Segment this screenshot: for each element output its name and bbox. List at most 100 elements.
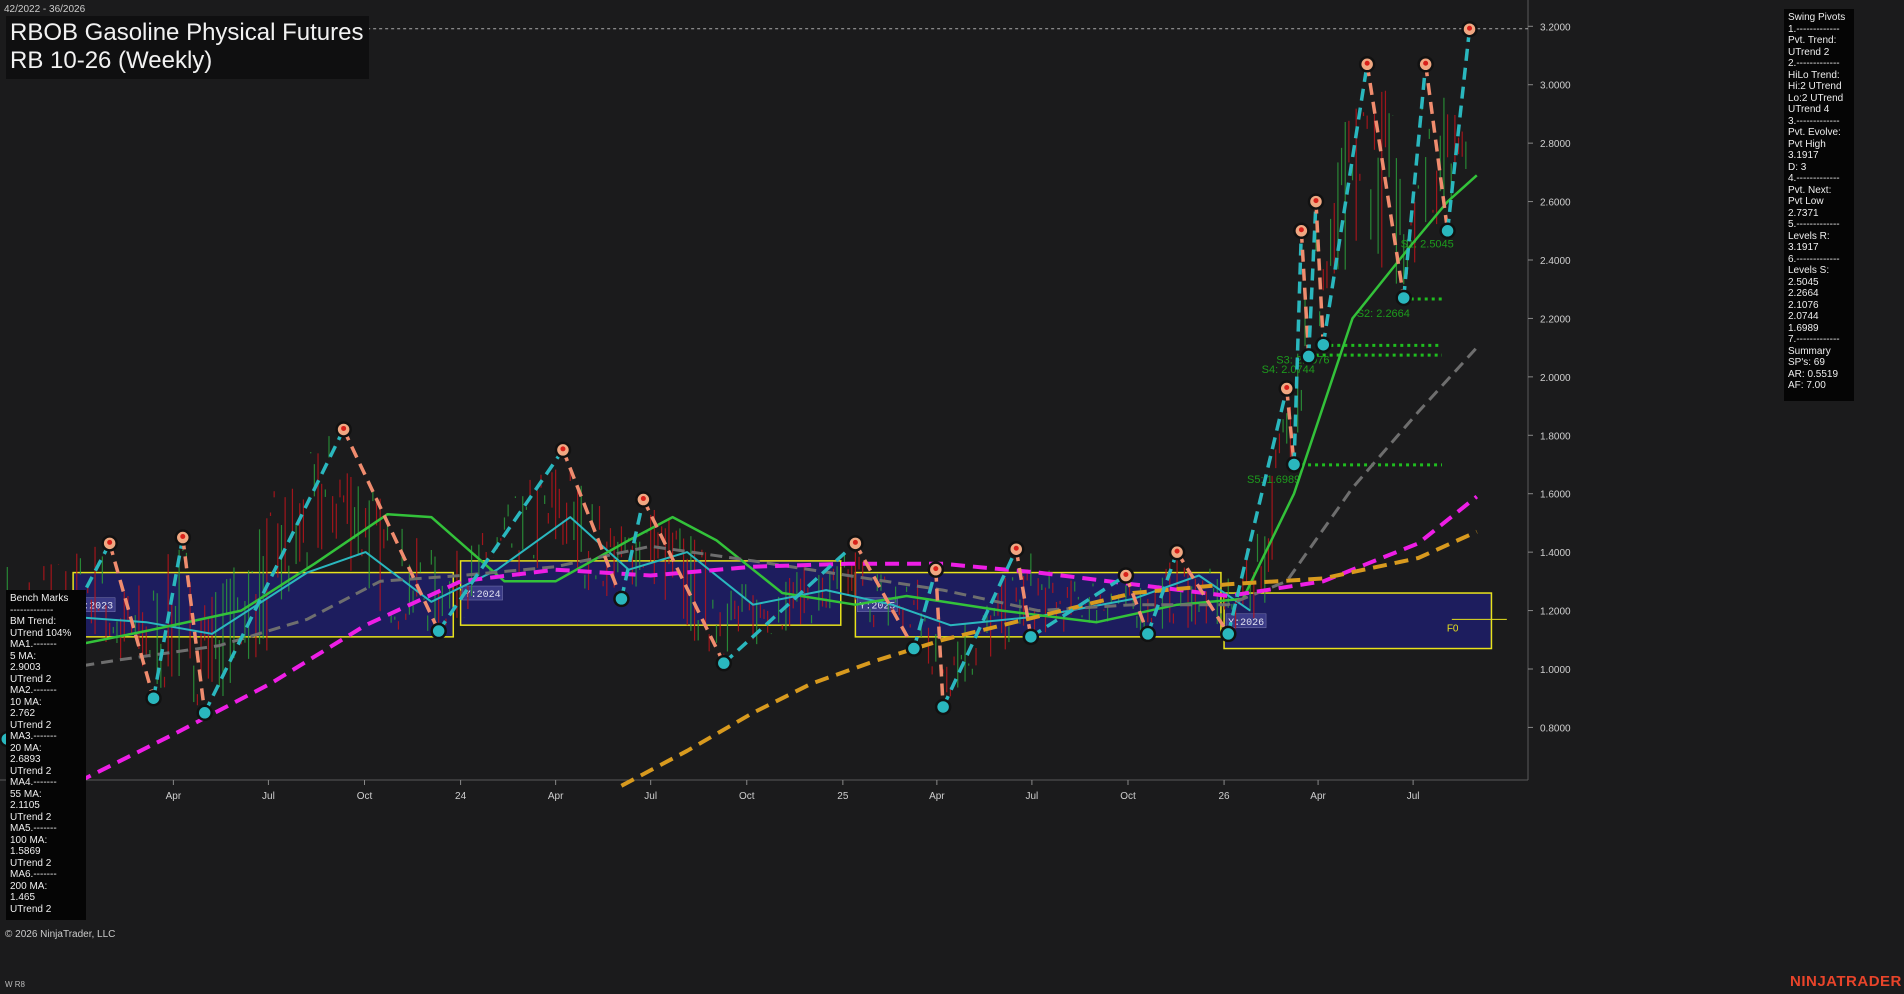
support-label: S4: 2.0744 bbox=[1262, 364, 1315, 376]
support-levels: S1: 2.5045S2: 2.2664S3: 2.1076S4: 2.0744… bbox=[367, 28, 1528, 486]
y-tick-label: 2.8000 bbox=[1540, 139, 1571, 150]
pivot-low-marker bbox=[1022, 628, 1040, 646]
x-tick-label: Jul bbox=[1025, 791, 1038, 802]
swing-pivots-line: AR: 0.5519 bbox=[1788, 368, 1839, 380]
pivot-low-marker bbox=[905, 640, 923, 657]
chart-subtitle: RB 10-26 (Weekly) bbox=[10, 47, 213, 74]
y-tick-label: 1.2000 bbox=[1540, 607, 1571, 618]
swing-pivots-line: Lo:2 UTrend bbox=[1788, 92, 1844, 104]
bench-marks-panel: Bench Marks ------------- BM Trend: UTrend … bbox=[6, 590, 86, 920]
pivot-low-marker bbox=[613, 590, 630, 608]
swing-pivots-line: AF: 7.00 bbox=[1788, 380, 1826, 391]
x-tick-label: Jul bbox=[262, 791, 275, 802]
status-footer: W R8 bbox=[5, 980, 25, 989]
bench-marks-line: MA5.------- bbox=[10, 823, 57, 834]
pivot-high-dot bbox=[341, 425, 347, 431]
bench-marks-line: UTrend 104% bbox=[10, 627, 72, 639]
year-box-label: Y:2026 bbox=[1228, 618, 1264, 629]
swing-pivots-line: 6.------------- bbox=[1788, 253, 1840, 265]
bench-marks-line: UTrend 2 bbox=[10, 673, 52, 685]
bench-marks-line: 100 MA: bbox=[10, 834, 48, 846]
pivot-low-marker bbox=[1139, 625, 1157, 643]
swing-pivots-line: Pvt. Evolve: bbox=[1788, 127, 1841, 138]
bench-marks-line: UTrend 2 bbox=[10, 811, 52, 823]
swing-pivots-line: 2.5045 bbox=[1788, 276, 1819, 288]
support-label: S5: 1.6989 bbox=[1247, 474, 1300, 486]
date-range: 42/2022 - 36/2026 bbox=[4, 4, 86, 15]
price-chart: Y:2023Y:2024Y:2025Y:2026F0 S1: 2.5045S2:… bbox=[0, 0, 1571, 802]
pivot-low-marker bbox=[1300, 348, 1317, 365]
swing-pivots-line: SP's: 69 bbox=[1788, 357, 1825, 368]
pivot-high-dot bbox=[180, 534, 186, 540]
pivot-low-marker bbox=[715, 654, 733, 672]
y-tick-label: 3.0000 bbox=[1540, 81, 1571, 92]
bench-marks-line: 1.5869 bbox=[10, 846, 41, 857]
y-tick-label: 3.2000 bbox=[1540, 22, 1571, 33]
pivot-low-marker bbox=[430, 622, 447, 640]
axes: 0.8000 1.0000 1.2000 1.4000 1.6000 1.8000 2.00… bbox=[74, 22, 1571, 802]
bench-marks-line: MA2.------- bbox=[10, 685, 57, 696]
copyright: © 2026 NinjaTrader, LLC bbox=[5, 929, 116, 940]
pivot-high-dot bbox=[1123, 572, 1129, 578]
pivot-high-dot bbox=[107, 539, 113, 545]
pivot-high-dot bbox=[1423, 60, 1429, 66]
bench-marks-line: 10 MA: bbox=[10, 696, 42, 708]
swing-pivots-line: Summary bbox=[1788, 345, 1831, 357]
pivot-high-dot bbox=[1284, 385, 1290, 391]
pivot-high-dot bbox=[1467, 25, 1473, 31]
chart-title: RBOB Gasoline Physical Futures bbox=[10, 19, 364, 46]
swing-pivots-line: Pvt. Next: bbox=[1788, 184, 1832, 196]
x-tick-label: Oct bbox=[1120, 791, 1136, 802]
x-tick-label: Apr bbox=[166, 791, 182, 802]
x-tick-label: 24 bbox=[455, 791, 467, 802]
bench-marks-line: 20 MA: bbox=[10, 742, 42, 754]
bench-marks-line: BM Trend: bbox=[10, 616, 57, 627]
bench-marks-line: 5 MA: bbox=[10, 650, 37, 662]
bench-marks-line: 200 MA: bbox=[10, 880, 48, 892]
swing-pivots-line: 3.1917 bbox=[1788, 150, 1819, 161]
pivot-segment bbox=[1445, 29, 1472, 231]
y-tick-label: 1.6000 bbox=[1540, 490, 1571, 501]
swing-pivots-line: 2.2664 bbox=[1788, 288, 1819, 299]
chart-title-box: RBOB Gasoline Physical Futures RB 10-26 … bbox=[6, 16, 370, 79]
swing-pivots-line: UTrend 2 bbox=[1788, 46, 1830, 58]
ninjatrader-logo: NINJATRADER bbox=[1790, 973, 1902, 990]
year-box-label: Y:2024 bbox=[465, 590, 501, 601]
swing-pivots-line: 2.------------- bbox=[1788, 58, 1840, 69]
bench-marks-line: UTrend 2 bbox=[10, 719, 52, 731]
swing-pivots-line: 5.------------- bbox=[1788, 219, 1840, 230]
x-tick-label: Jul bbox=[1407, 791, 1420, 802]
bench-marks-line: 2.1105 bbox=[10, 800, 40, 811]
pivot-high-dot bbox=[640, 496, 646, 502]
y-tick-label: 0.8000 bbox=[1540, 723, 1571, 734]
bench-marks-line: 2.762 bbox=[10, 708, 36, 719]
swing-pivots-line: Levels S: bbox=[1788, 265, 1830, 276]
swing-pivots-line: Levels R: bbox=[1788, 230, 1830, 242]
y-tick-label: 2.6000 bbox=[1540, 198, 1571, 209]
swing-pivots-line: 1.6989 bbox=[1788, 322, 1819, 334]
x-tick-label: Apr bbox=[548, 791, 564, 802]
bench-marks-line: 2.6893 bbox=[10, 754, 41, 765]
y-tick-label: 1.0000 bbox=[1540, 665, 1571, 676]
y-tick-label: 2.2000 bbox=[1540, 314, 1571, 325]
x-tick-label: 26 bbox=[1219, 791, 1231, 802]
f0-label: F0 bbox=[1447, 623, 1459, 634]
bench-marks-line: ------------- bbox=[10, 604, 54, 616]
bench-marks-line: UTrend 2 bbox=[10, 765, 52, 777]
bench-marks-line: MA6.------- bbox=[10, 869, 57, 880]
pivot-segment bbox=[1321, 63, 1369, 345]
bench-marks-line: 55 MA: bbox=[10, 788, 42, 800]
swing-pivots-line: Pvt High bbox=[1788, 138, 1826, 150]
swing-pivots-line: D: 3 bbox=[1788, 161, 1807, 173]
swing-pivots-line: UTrend 4 bbox=[1788, 104, 1830, 115]
swing-pivots-line: 7.------------- bbox=[1788, 334, 1840, 345]
y-tick-label: 1.4000 bbox=[1540, 548, 1571, 559]
pivot-low-marker bbox=[934, 698, 952, 716]
pivot-high-dot bbox=[933, 566, 939, 572]
pivot-high-dot bbox=[1174, 548, 1180, 554]
bench-marks-line: UTrend 2 bbox=[10, 903, 52, 915]
swing-pivots-panel: Swing Pivots 1.------------- Pvt. Trend: UT… bbox=[1784, 9, 1854, 401]
swing-pivots-line: Pvt Low bbox=[1788, 196, 1824, 207]
pivot-low-marker bbox=[145, 689, 162, 707]
bench-marks-line: 2.9003 bbox=[10, 662, 41, 673]
